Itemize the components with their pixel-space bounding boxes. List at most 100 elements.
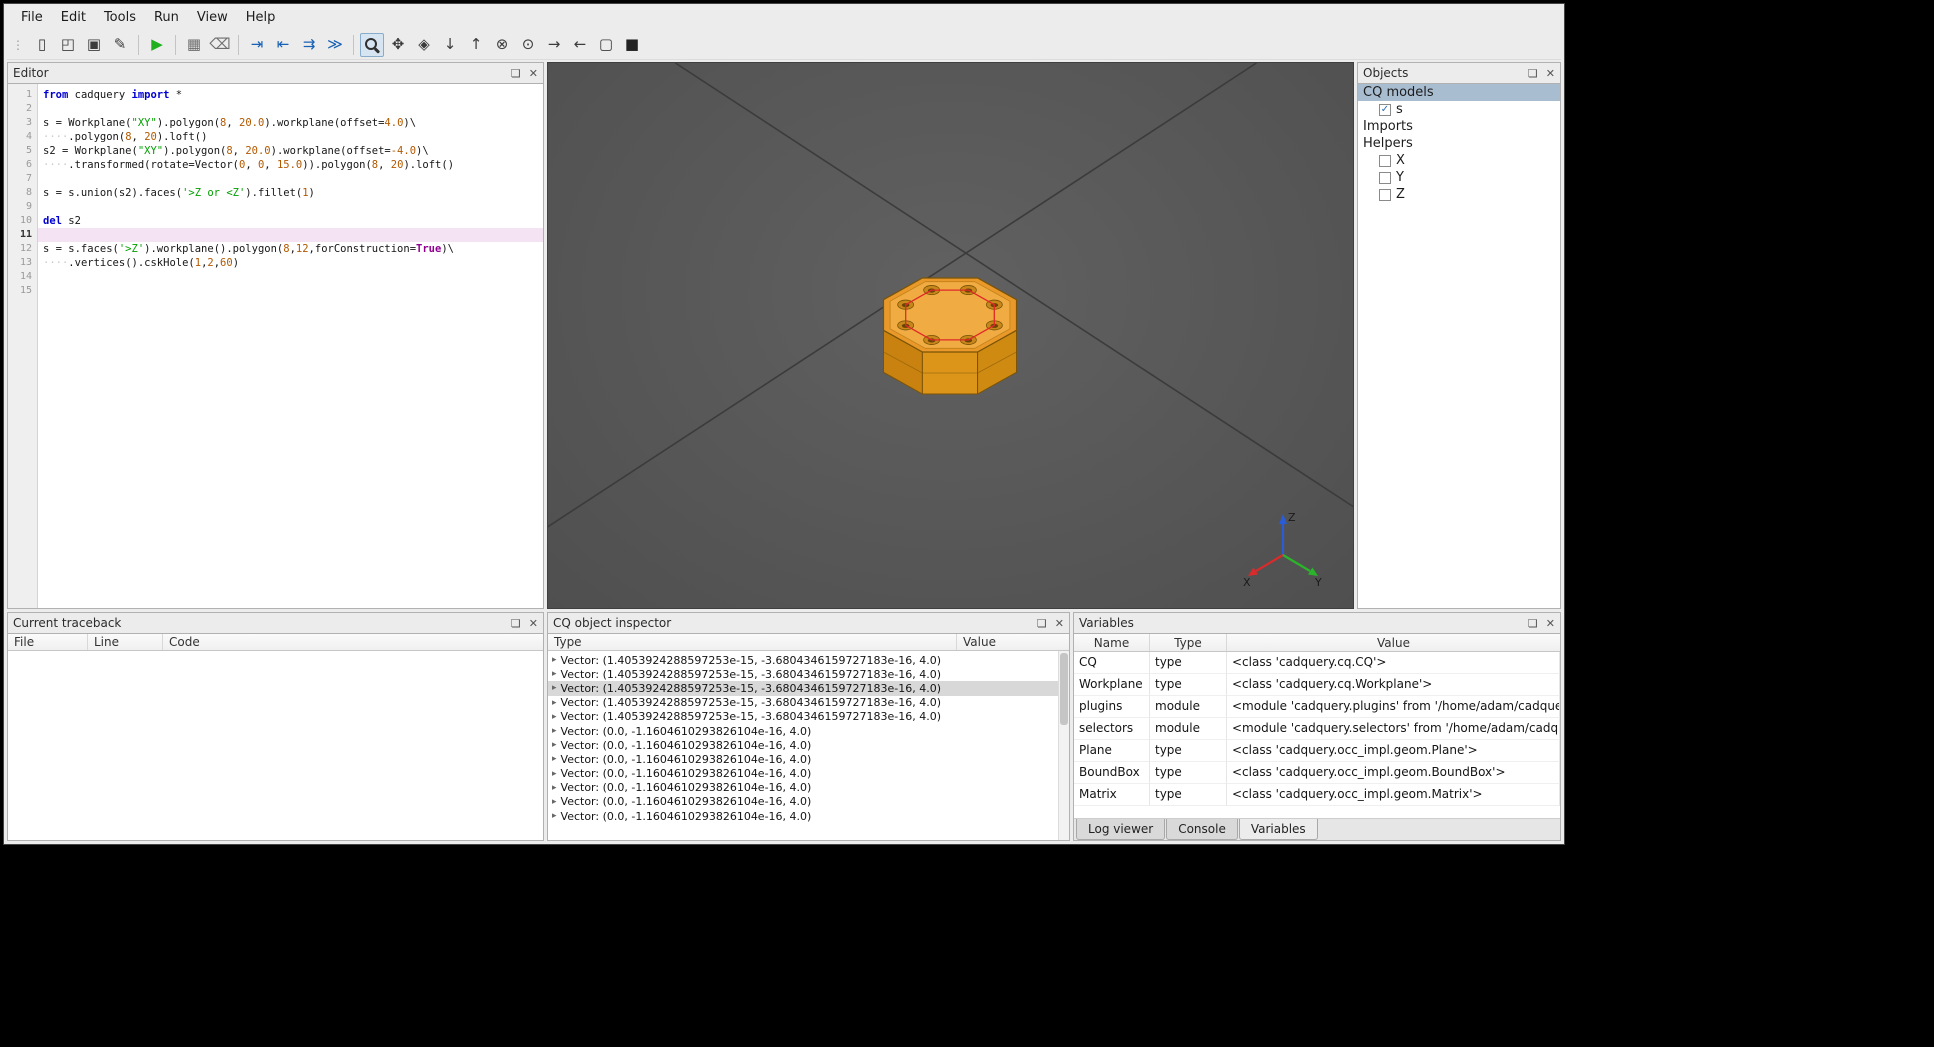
line-number: 12 bbox=[19, 243, 32, 254]
close-icon[interactable]: ✕ bbox=[1055, 618, 1064, 629]
inspector-row[interactable]: ▸ Vector: (0.0, -1.1604610293826104e-16, … bbox=[548, 738, 1069, 752]
column-header-file[interactable]: File bbox=[8, 634, 88, 650]
view-left-icon[interactable]: ← bbox=[568, 33, 592, 57]
variable-row[interactable]: BoundBox type <class 'cadquery.occ_impl.ge… bbox=[1074, 762, 1560, 784]
inspector-row[interactable]: ▸ Vector: (0.0, -1.1604610293826104e-16, … bbox=[548, 795, 1069, 809]
expand-arrow-icon[interactable]: ▸ bbox=[552, 783, 557, 793]
open-file-icon[interactable]: ◰ bbox=[56, 33, 80, 57]
menu-view[interactable]: View bbox=[189, 7, 236, 28]
column-header-type[interactable]: Type bbox=[1150, 634, 1227, 651]
close-icon[interactable]: ✕ bbox=[1546, 618, 1555, 629]
trash-icon[interactable]: ⌫ bbox=[208, 33, 232, 57]
expand-arrow-icon[interactable]: ▸ bbox=[552, 811, 557, 821]
shaded-icon[interactable]: ■ bbox=[620, 33, 644, 57]
clipboard-icon[interactable]: ▦ bbox=[182, 33, 206, 57]
expand-arrow-icon[interactable]: ▸ bbox=[552, 712, 557, 722]
float-icon[interactable]: ❏ bbox=[1528, 618, 1538, 629]
view-top-icon[interactable]: ↑ bbox=[464, 33, 488, 57]
tree-item-s[interactable]: ✓ s bbox=[1358, 101, 1560, 118]
save-icon[interactable]: ▣ bbox=[82, 33, 106, 57]
scrollbar-thumb[interactable] bbox=[1060, 653, 1068, 725]
variable-row[interactable]: Workplane type <class 'cadquery.cq.Workpla… bbox=[1074, 674, 1560, 696]
inspector-row[interactable]: ▸ Vector: (0.0, -1.1604610293826104e-16, … bbox=[548, 752, 1069, 766]
menu-edit[interactable]: Edit bbox=[53, 7, 94, 28]
step-into-icon[interactable]: ⇉ bbox=[297, 33, 321, 57]
float-icon[interactable]: ❏ bbox=[511, 68, 521, 79]
inspector-row[interactable]: ▸ Vector: (1.4053924288597253e-15, -3.680… bbox=[548, 681, 1069, 696]
wireframe-icon[interactable]: ▢ bbox=[594, 33, 618, 57]
expand-arrow-icon[interactable]: ▸ bbox=[552, 726, 557, 736]
expand-arrow-icon[interactable]: ▸ bbox=[552, 698, 557, 708]
inspector-row[interactable]: ▸ Vector: (1.4053924288597253e-15, -3.680… bbox=[548, 653, 1069, 667]
step-next-icon[interactable]: ⇤ bbox=[271, 33, 295, 57]
variable-row[interactable]: Plane type <class 'cadquery.occ_impl.geom.… bbox=[1074, 740, 1560, 762]
zoom-icon[interactable] bbox=[360, 32, 384, 57]
inspector-row[interactable]: ▸ Vector: (0.0, -1.1604610293826104e-16, … bbox=[548, 809, 1069, 823]
viewport-3d[interactable]: X Y Z bbox=[547, 62, 1354, 609]
save-as-icon[interactable]: ✎ bbox=[108, 33, 132, 57]
variable-row[interactable]: Matrix type <class 'cadquery.occ_impl.geom… bbox=[1074, 784, 1560, 806]
menu-run[interactable]: Run bbox=[146, 7, 187, 28]
variable-row[interactable]: plugins module <module 'cadquery.plugins' … bbox=[1074, 696, 1560, 718]
tree-item-z[interactable]: Z bbox=[1358, 186, 1560, 203]
expand-arrow-icon[interactable]: ▸ bbox=[552, 797, 557, 807]
view-front-icon[interactable]: ⊗ bbox=[490, 33, 514, 57]
menu-help[interactable]: Help bbox=[238, 7, 284, 28]
inspector-row[interactable]: ▸ Vector: (1.4053924288597253e-15, -3.680… bbox=[548, 696, 1069, 710]
code-area[interactable]: from cadquery import * s = Workplane("XY"… bbox=[38, 84, 543, 608]
expand-arrow-icon[interactable]: ▸ bbox=[552, 740, 557, 750]
column-header-value[interactable]: Value bbox=[1227, 634, 1560, 651]
menu-file[interactable]: File bbox=[13, 7, 51, 28]
variable-row[interactable]: CQ type <class 'cadquery.cq.CQ'> bbox=[1074, 652, 1560, 674]
scrollbar[interactable] bbox=[1058, 651, 1069, 840]
fit-view-icon[interactable]: ✥ bbox=[386, 33, 410, 57]
tree-item-x[interactable]: X bbox=[1358, 152, 1560, 169]
tree-item-cq-models[interactable]: CQ models bbox=[1358, 84, 1560, 101]
cad-model[interactable] bbox=[845, 253, 1055, 418]
code-editor[interactable]: 1 2 3 4 5 6 7 8 9 10 11 12 13 14 15 from cadquery impo… bbox=[8, 83, 543, 608]
inspector-row[interactable]: ▸ Vector: (1.4053924288597253e-15, -3.680… bbox=[548, 667, 1069, 681]
tab-variables[interactable]: Variables bbox=[1238, 819, 1318, 840]
checkbox-y[interactable] bbox=[1379, 171, 1391, 184]
expand-arrow-icon[interactable]: ▸ bbox=[552, 669, 557, 679]
tab-console[interactable]: Console bbox=[1166, 819, 1238, 840]
float-icon[interactable]: ❏ bbox=[1528, 68, 1538, 79]
checkbox-s[interactable]: ✓ bbox=[1379, 103, 1391, 116]
inspector-row[interactable]: ▸ Vector: (1.4053924288597253e-15, -3.680… bbox=[548, 710, 1069, 724]
checkbox-x[interactable] bbox=[1379, 154, 1391, 167]
column-header-name[interactable]: Name bbox=[1074, 634, 1150, 651]
column-header-code[interactable]: Code bbox=[163, 634, 543, 650]
tree-item-y[interactable]: Y bbox=[1358, 169, 1560, 186]
inspector-row[interactable]: ▸ Vector: (0.0, -1.1604610293826104e-16, … bbox=[548, 724, 1069, 738]
variable-row[interactable]: selectors module <module 'cadquery.selecto… bbox=[1074, 718, 1560, 740]
close-icon[interactable]: ✕ bbox=[529, 68, 538, 79]
close-icon[interactable]: ✕ bbox=[1546, 68, 1555, 79]
debug-icon[interactable]: ⇥ bbox=[245, 33, 269, 57]
float-icon[interactable]: ❏ bbox=[1037, 618, 1047, 629]
column-header-line[interactable]: Line bbox=[88, 634, 163, 650]
continue-icon[interactable]: ≫ bbox=[323, 33, 347, 57]
checkbox-z[interactable] bbox=[1379, 188, 1391, 201]
menu-tools[interactable]: Tools bbox=[96, 7, 144, 28]
inspector-row[interactable]: ▸ Vector: (0.0, -1.1604610293826104e-16, … bbox=[548, 767, 1069, 781]
new-document-icon[interactable]: ▯ bbox=[30, 33, 54, 57]
tree-item-helpers[interactable]: Helpers bbox=[1358, 135, 1560, 152]
column-header-value[interactable]: Value bbox=[957, 634, 1069, 650]
expand-arrow-icon[interactable]: ▸ bbox=[552, 655, 557, 665]
view-right-icon[interactable]: → bbox=[542, 33, 566, 57]
expand-arrow-icon[interactable]: ▸ bbox=[552, 754, 557, 764]
iso-view-icon[interactable]: ◈ bbox=[412, 33, 436, 57]
expand-arrow-icon[interactable]: ▸ bbox=[552, 683, 557, 693]
toolbar-handle-icon[interactable]: ⋮ bbox=[12, 38, 24, 52]
view-bottom-icon[interactable]: ↓ bbox=[438, 33, 462, 57]
expand-arrow-icon[interactable]: ▸ bbox=[552, 769, 557, 779]
tab-log-viewer[interactable]: Log viewer bbox=[1076, 819, 1166, 840]
tree-item-imports[interactable]: Imports bbox=[1358, 118, 1560, 135]
close-icon[interactable]: ✕ bbox=[529, 618, 538, 629]
view-back-icon[interactable]: ⊙ bbox=[516, 33, 540, 57]
render-icon[interactable]: ▶ bbox=[145, 33, 169, 57]
column-header-type[interactable]: Type bbox=[548, 634, 957, 650]
float-icon[interactable]: ❏ bbox=[511, 618, 521, 629]
inspector-row[interactable]: ▸ Vector: (0.0, -1.1604610293826104e-16, … bbox=[548, 781, 1069, 795]
